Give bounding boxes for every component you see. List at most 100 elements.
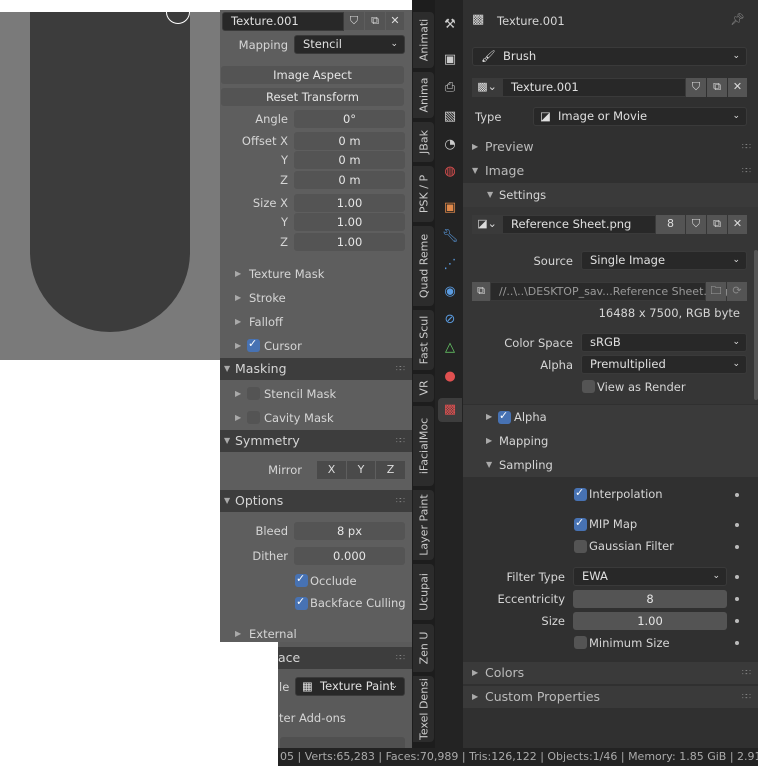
expand-arrow-icon[interactable]: ▶ [235, 337, 241, 355]
object-icon[interactable]: ▣ [438, 196, 462, 220]
tab-jbak[interactable]: JBak [413, 122, 434, 162]
folder-icon[interactable]: 🗀︎ [706, 282, 726, 301]
minimum-size-checkbox[interactable] [574, 636, 587, 649]
tab-psk[interactable]: PSK / P [413, 166, 434, 222]
drag-handle-icon[interactable]: ∷∷ [396, 358, 405, 380]
tab-zen-uv[interactable]: Zen U [413, 624, 434, 672]
modifier-icon[interactable]: 🔧︎ [438, 225, 462, 249]
world-icon[interactable]: ◍ [438, 160, 462, 184]
pin-icon[interactable]: 📌︎ [730, 12, 745, 26]
masking-header[interactable]: ▼ Masking ∷∷ [220, 358, 412, 380]
texture-browse-button[interactable]: ▩⌄ [472, 78, 502, 97]
occlude-checkbox[interactable] [295, 572, 308, 587]
tab-fast-sculpt[interactable]: Fast Scul [413, 310, 434, 370]
size-x-field[interactable]: 1.00 [294, 194, 405, 212]
texture-context-dropdown[interactable]: 🖌︎ Brush ⌄ [472, 47, 747, 66]
type-dropdown[interactable]: ◪ Image or Movie ⌄ [533, 107, 747, 126]
drag-handle-icon[interactable]: ∷∷ [396, 430, 405, 452]
tab-quad-remesher[interactable]: Quad Reme [413, 226, 434, 306]
output-icon[interactable]: ⎙ [438, 76, 462, 100]
pack-image-icon[interactable]: ⧉ [707, 215, 727, 234]
mirror-x-toggle[interactable]: X [317, 461, 346, 479]
fake-user-shield-icon[interactable]: ⛉ [344, 12, 364, 30]
drag-handle-icon[interactable]: ∷∷ [742, 662, 751, 684]
fake-user-shield-icon[interactable]: ⛉ [686, 215, 706, 234]
texture-mask-subpanel[interactable]: Texture Mask [249, 265, 324, 283]
expand-arrow-icon[interactable]: ▶ [235, 313, 241, 331]
offset-z-field[interactable]: 0 m [294, 171, 405, 189]
size-field[interactable]: 1.00 [573, 612, 727, 630]
stroke-subpanel[interactable]: Stroke [249, 289, 286, 307]
external-subpanel[interactable]: External [249, 625, 297, 643]
eccentricity-field[interactable]: 8 [573, 590, 727, 608]
particles-icon[interactable]: ⋰ [438, 253, 462, 277]
drag-handle-icon[interactable]: ∷∷ [742, 160, 751, 182]
settings-header[interactable]: ▼ Settings [463, 183, 758, 207]
image-name-field[interactable]: Reference Sheet.png [502, 215, 656, 234]
material-icon[interactable]: ● [438, 365, 462, 389]
unlink-close-icon[interactable]: ✕ [386, 12, 404, 30]
view-as-render-checkbox[interactable] [582, 380, 595, 393]
expand-arrow-icon[interactable]: ▶ [235, 289, 241, 307]
cavity-mask-subpanel[interactable]: Cavity Mask [264, 409, 334, 427]
custom-properties-header[interactable]: ▶ Custom Properties ∷∷ [463, 686, 758, 708]
mip-map-checkbox[interactable] [574, 516, 587, 531]
new-texture-icon[interactable]: ⧉ [707, 78, 727, 97]
alpha-checkbox[interactable] [498, 409, 511, 424]
interpolation-checkbox[interactable] [574, 486, 587, 501]
collapse-arrow-icon[interactable]: ▼ [486, 456, 492, 474]
unlink-close-icon[interactable]: ✕ [728, 215, 747, 234]
mirror-z-toggle[interactable]: Z [376, 461, 405, 479]
tool-icon[interactable]: ⚒ [438, 13, 462, 37]
view-layer-icon[interactable]: ▧ [438, 105, 462, 129]
reload-icon[interactable]: ⟳ [727, 282, 747, 301]
image-aspect-button[interactable]: Image Aspect [221, 66, 404, 84]
expand-arrow-icon[interactable]: ▶ [486, 432, 492, 450]
scene-icon[interactable]: ◔ [438, 133, 462, 157]
gaussian-filter-checkbox[interactable] [574, 540, 587, 553]
expand-arrow-icon[interactable]: ▶ [235, 625, 241, 643]
tab-texel-density[interactable]: Texel Densi [413, 676, 434, 742]
alpha-subpanel[interactable]: Alpha [514, 408, 547, 426]
tab-layer-paint[interactable]: Layer Paint [413, 490, 434, 560]
keyframe-dot-icon[interactable] [735, 523, 739, 527]
fake-user-shield-icon[interactable]: ⛉ [686, 78, 706, 97]
offset-x-field[interactable]: 0 m [294, 132, 405, 150]
tab-ifacialmocap[interactable]: iFacialMoc [413, 406, 434, 486]
keyframe-dot-icon[interactable] [735, 545, 739, 549]
tab-ucupai[interactable]: Ucupai [413, 564, 434, 620]
render-icon[interactable]: ▣ [438, 48, 462, 72]
angle-field[interactable]: 0° [294, 110, 405, 128]
mirror-y-toggle[interactable]: Y [347, 461, 375, 479]
expand-arrow-icon[interactable]: ▶ [235, 385, 241, 403]
cursor-checkbox[interactable] [247, 337, 260, 352]
size-z-field[interactable]: 1.00 [294, 233, 405, 251]
data-icon[interactable]: △ [438, 336, 462, 360]
duplicate-icon[interactable]: ⧉ [365, 12, 385, 30]
texture-name-field[interactable]: Texture.001 [222, 12, 344, 31]
keyframe-dot-icon[interactable] [735, 575, 739, 579]
drag-handle-icon[interactable]: ∷∷ [396, 490, 405, 512]
symmetry-header[interactable]: ▼ Symmetry ∷∷ [220, 430, 412, 452]
dither-field[interactable]: 0.000 [294, 547, 405, 565]
viewport[interactable] [0, 12, 220, 360]
workspace-header[interactable]: ace ∷∷ [278, 647, 412, 669]
stencil-mask-checkbox[interactable] [247, 387, 260, 400]
mode-dropdown[interactable]: ▦ Texture Paint ⌄ [295, 677, 405, 696]
expand-arrow-icon[interactable]: ▶ [235, 409, 241, 427]
source-dropdown[interactable]: Single Image ⌄ [581, 251, 747, 270]
constraints-icon[interactable]: ⊘ [438, 308, 462, 332]
keyframe-dot-icon[interactable] [735, 641, 739, 645]
offset-y-field[interactable]: 0 m [294, 151, 405, 169]
expand-arrow-icon[interactable]: ▶ [235, 265, 241, 283]
reset-transform-button[interactable]: Reset Transform [221, 88, 404, 106]
physics-icon[interactable]: ◉ [438, 280, 462, 304]
bleed-field[interactable]: 8 px [294, 522, 405, 540]
options-header[interactable]: ▼ Options ∷∷ [220, 490, 412, 512]
image-header[interactable]: ▼ Image ∷∷ [463, 160, 758, 182]
image-users-count[interactable]: 8 [656, 215, 685, 234]
drag-handle-icon[interactable]: ∷∷ [396, 647, 405, 669]
filter-type-dropdown[interactable]: EWA ⌄ [573, 567, 727, 586]
texture-name-field[interactable]: Texture.001 [502, 78, 686, 97]
pack-icon[interactable]: ⧉ [472, 282, 490, 301]
